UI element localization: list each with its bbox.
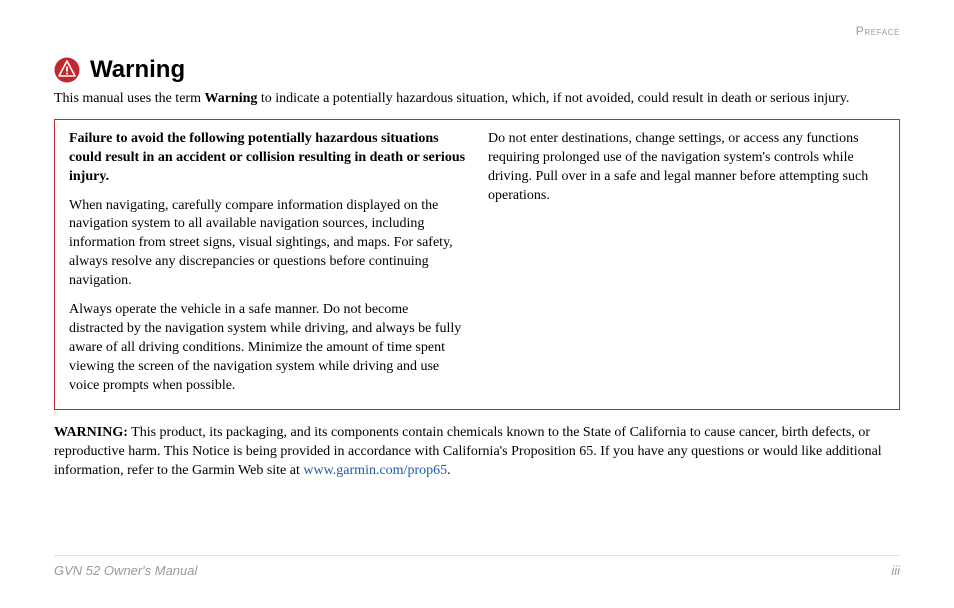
intro-bold: Warning	[204, 91, 257, 106]
intro-paragraph: This manual uses the term Warning to ind…	[54, 90, 900, 109]
header-section-label: Preface	[856, 24, 900, 38]
warning-box: Failure to avoid the following potential…	[54, 119, 900, 411]
post-warning-text-before: This product, its packaging, and its com…	[54, 425, 882, 478]
intro-suffix: to indicate a potentially hazardous situ…	[257, 91, 849, 106]
post-warning-label: WARNING:	[54, 425, 128, 440]
warning-left-p3: Always operate the vehicle in a safe man…	[69, 301, 466, 395]
intro-prefix: This manual uses the term	[54, 91, 204, 106]
post-warning-paragraph: WARNING: This product, its packaging, an…	[54, 424, 900, 481]
warning-left-p1: Failure to avoid the following potential…	[69, 130, 466, 187]
footer-page-number: iii	[891, 563, 900, 578]
warning-left-p2: When navigating, carefully compare infor…	[69, 197, 466, 291]
footer: GVN 52 Owner's Manual iii	[54, 563, 900, 578]
footer-divider	[54, 555, 900, 556]
title-row: Warning	[54, 56, 900, 84]
footer-left: GVN 52 Owner's Manual	[54, 563, 197, 578]
warning-col-right: Do not enter destinations, change settin…	[488, 130, 885, 396]
warning-right-p1: Do not enter destinations, change settin…	[488, 130, 885, 206]
page-title: Warning	[90, 56, 185, 84]
warning-col-left: Failure to avoid the following potential…	[69, 130, 466, 396]
page: Preface Warning This manual uses the ter…	[0, 0, 954, 608]
warning-columns: Failure to avoid the following potential…	[69, 130, 885, 396]
prop65-link[interactable]: www.garmin.com/prop65	[303, 463, 447, 478]
post-warning-text-after: .	[447, 463, 451, 478]
warning-icon	[54, 57, 80, 83]
